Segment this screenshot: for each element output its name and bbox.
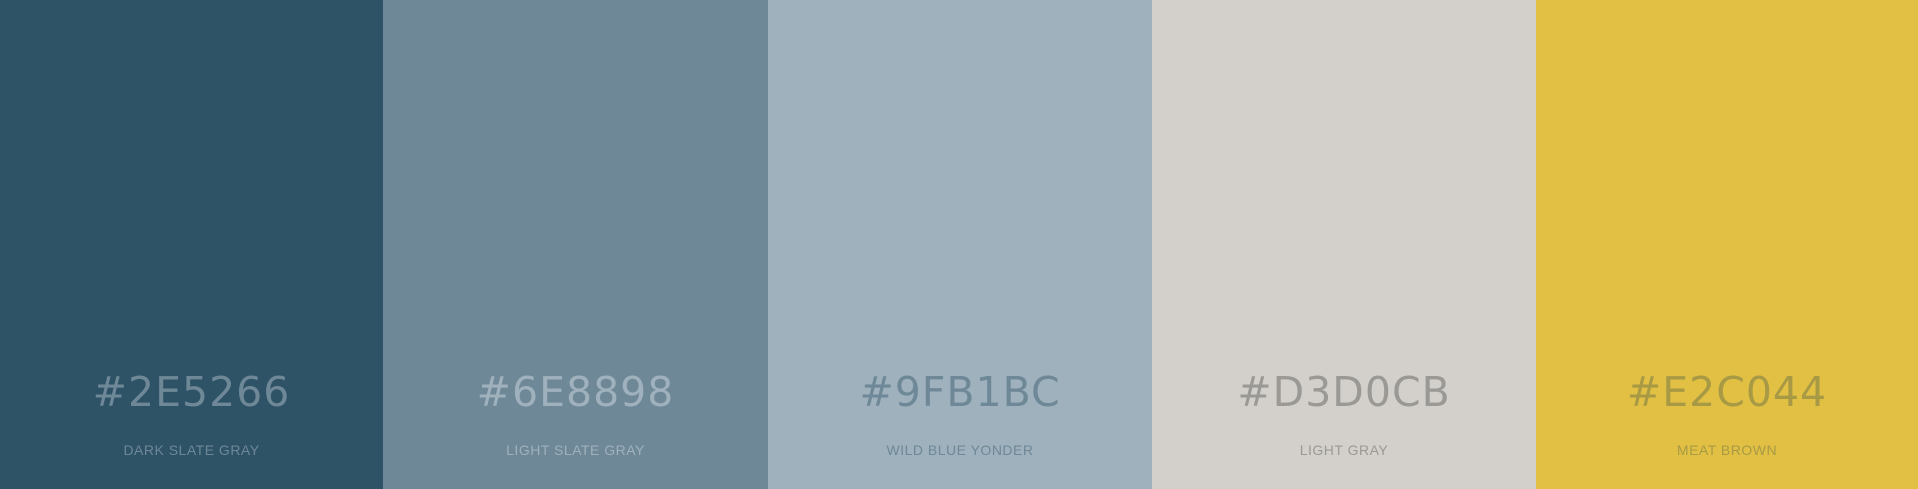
swatch-color-name: WILD BLUE YONDER [886, 442, 1034, 458]
swatch-color-name: MEAT BROWN [1676, 442, 1778, 458]
swatch-color-name: DARK SLATE GRAY [123, 442, 260, 458]
swatch-color-name: LIGHT GRAY [1299, 442, 1389, 458]
swatch-light-slate-gray[interactable]: #6E8898 LIGHT SLATE GRAY [383, 0, 768, 489]
swatch-hex-code: #E2C044 [1626, 368, 1828, 416]
swatch-hex-code: #D3D0CB [1237, 368, 1451, 416]
swatch-dark-slate-gray[interactable]: #2E5266 DARK SLATE GRAY [0, 0, 383, 489]
swatch-meat-brown[interactable]: #E2C044 MEAT BROWN [1536, 0, 1918, 489]
swatch-light-gray[interactable]: #D3D0CB LIGHT GRAY [1152, 0, 1536, 489]
swatch-hex-code: #9FB1BC [859, 368, 1061, 416]
swatch-wild-blue-yonder[interactable]: #9FB1BC WILD BLUE YONDER [768, 0, 1152, 489]
color-palette: #2E5266 DARK SLATE GRAY #6E8898 LIGHT SL… [0, 0, 1918, 489]
swatch-hex-code: #6E8898 [476, 368, 675, 416]
swatch-hex-code: #2E5266 [92, 368, 291, 416]
swatch-color-name: LIGHT SLATE GRAY [506, 442, 645, 458]
